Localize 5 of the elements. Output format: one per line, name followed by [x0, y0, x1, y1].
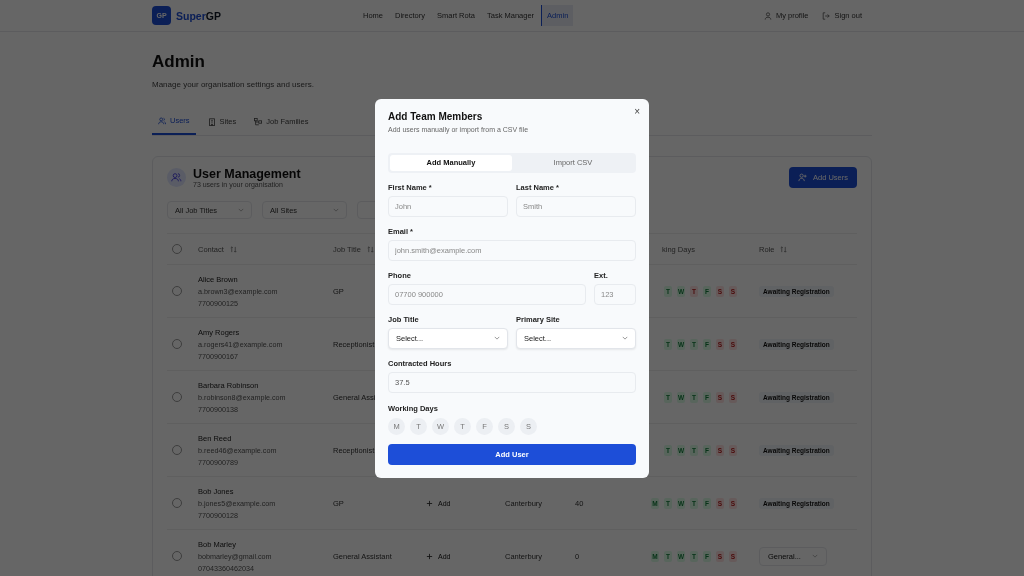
page-title: Admin	[152, 52, 206, 72]
dialog-title: Add Team Members	[388, 110, 484, 122]
card-title: User Management	[193, 167, 301, 181]
page-subtitle: Manage your organisation settings and users.	[152, 80, 315, 89]
brand-name: SuperGP	[176, 9, 221, 22]
